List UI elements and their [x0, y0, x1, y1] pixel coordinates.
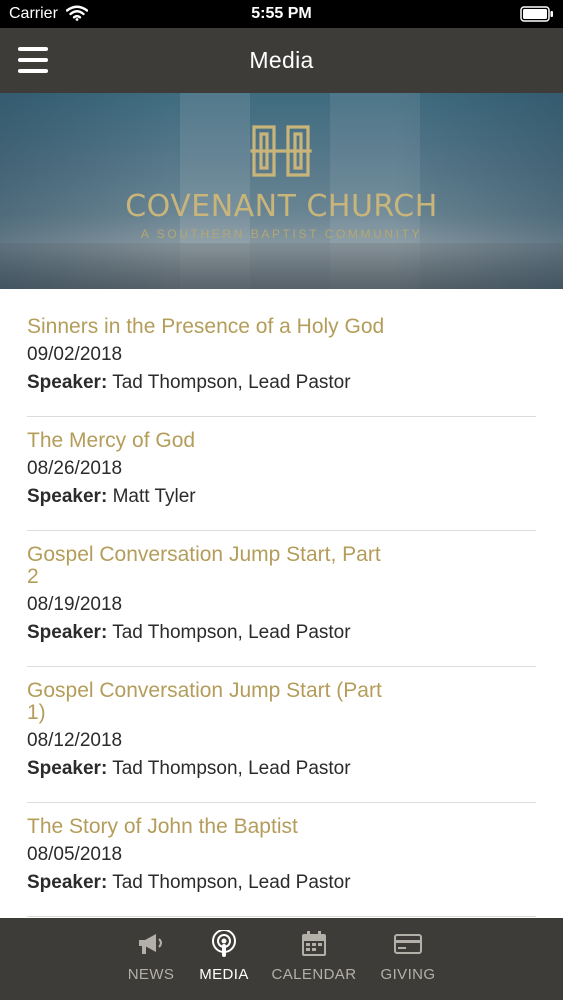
- sermon-list-item[interactable]: The Mercy of God 08/26/2018 Speaker: Mat…: [27, 430, 536, 531]
- tab-giving[interactable]: GIVING: [370, 918, 446, 1000]
- speaker-name: Matt Tyler: [112, 486, 196, 507]
- sermon-date: 09/02/2018: [27, 344, 123, 365]
- tab-media[interactable]: MEDIA: [186, 918, 262, 1000]
- speaker-label: Speaker:: [27, 872, 108, 893]
- tab-label: NEWS: [127, 966, 175, 983]
- speaker-name: Tad Thompson, Lead Pastor: [112, 872, 351, 893]
- speaker-label: Speaker:: [27, 622, 108, 643]
- sermon-speaker: Speaker: Tad Thompson, Lead Pastor: [27, 872, 536, 894]
- status-time: 5:55 PM: [251, 5, 312, 22]
- sermon-date: 08/05/2018: [27, 844, 123, 865]
- tab-news[interactable]: NEWS: [110, 918, 192, 1000]
- church-banner: COVENANT CHURCH A SOUTHERN BAPTIST COMMU…: [0, 93, 563, 289]
- tab-calendar[interactable]: CALENDAR: [266, 918, 362, 1000]
- tab-label: CALENDAR: [271, 966, 357, 983]
- sermon-speaker: Speaker: Matt Tyler: [27, 486, 536, 508]
- sermon-title[interactable]: The Story of John the Baptist: [27, 816, 397, 838]
- megaphone-icon: [139, 934, 162, 954]
- tab-label: GIVING: [380, 966, 436, 983]
- speaker-name: Tad Thompson, Lead Pastor: [112, 758, 351, 779]
- sermon-speaker: Speaker: Tad Thompson, Lead Pastor: [27, 622, 536, 644]
- speaker-name: Tad Thompson, Lead Pastor: [112, 622, 351, 643]
- credit-card-icon: [394, 934, 422, 954]
- sermon-speaker: Speaker: Tad Thompson, Lead Pastor: [27, 372, 536, 394]
- sermon-list-item[interactable]: Sinners in the Presence of a Holy God 09…: [27, 316, 536, 417]
- sermon-speaker: Speaker: Tad Thompson, Lead Pastor: [27, 758, 536, 780]
- sermon-title[interactable]: The Mercy of God: [27, 430, 397, 452]
- page-title: Media: [249, 47, 314, 73]
- sermon-date: 08/12/2018: [27, 730, 123, 751]
- sermon-list-item[interactable]: Gospel Conversation Jump Start, Part 2 0…: [27, 544, 536, 667]
- speaker-label: Speaker:: [27, 486, 108, 507]
- navigation-bar: Media: [0, 28, 563, 93]
- tab-label: MEDIA: [199, 966, 249, 983]
- church-logo-icon: [250, 125, 312, 177]
- sermon-date: 08/19/2018: [27, 594, 123, 615]
- battery-icon: [520, 6, 554, 27]
- status-bar: Carrier 5:55 PM: [0, 0, 563, 28]
- tab-bar: NEWS MEDIA CALENDAR GIVING: [0, 918, 563, 1000]
- church-name: COVENANT CHURCH: [125, 189, 438, 224]
- sermon-list-item[interactable]: Gospel Conversation Jump Start (Part 1) …: [27, 680, 536, 803]
- church-tagline: A SOUTHERN BAPTIST COMMUNITY: [140, 227, 423, 241]
- sermon-title[interactable]: Gospel Conversation Jump Start (Part 1): [27, 680, 397, 724]
- speaker-label: Speaker:: [27, 372, 108, 393]
- calendar-icon: [302, 931, 326, 956]
- sermon-date: 08/26/2018: [27, 458, 123, 479]
- sermon-list: Sinners in the Presence of a Holy God 09…: [0, 289, 563, 918]
- speaker-label: Speaker:: [27, 758, 108, 779]
- podcast-icon: [212, 930, 236, 957]
- speaker-name: Tad Thompson, Lead Pastor: [112, 372, 351, 393]
- sermon-title[interactable]: Sinners in the Presence of a Holy God: [27, 316, 536, 338]
- sermon-list-item[interactable]: The Story of John the Baptist 08/05/2018…: [27, 816, 536, 917]
- sermon-title[interactable]: Gospel Conversation Jump Start, Part 2: [27, 544, 397, 588]
